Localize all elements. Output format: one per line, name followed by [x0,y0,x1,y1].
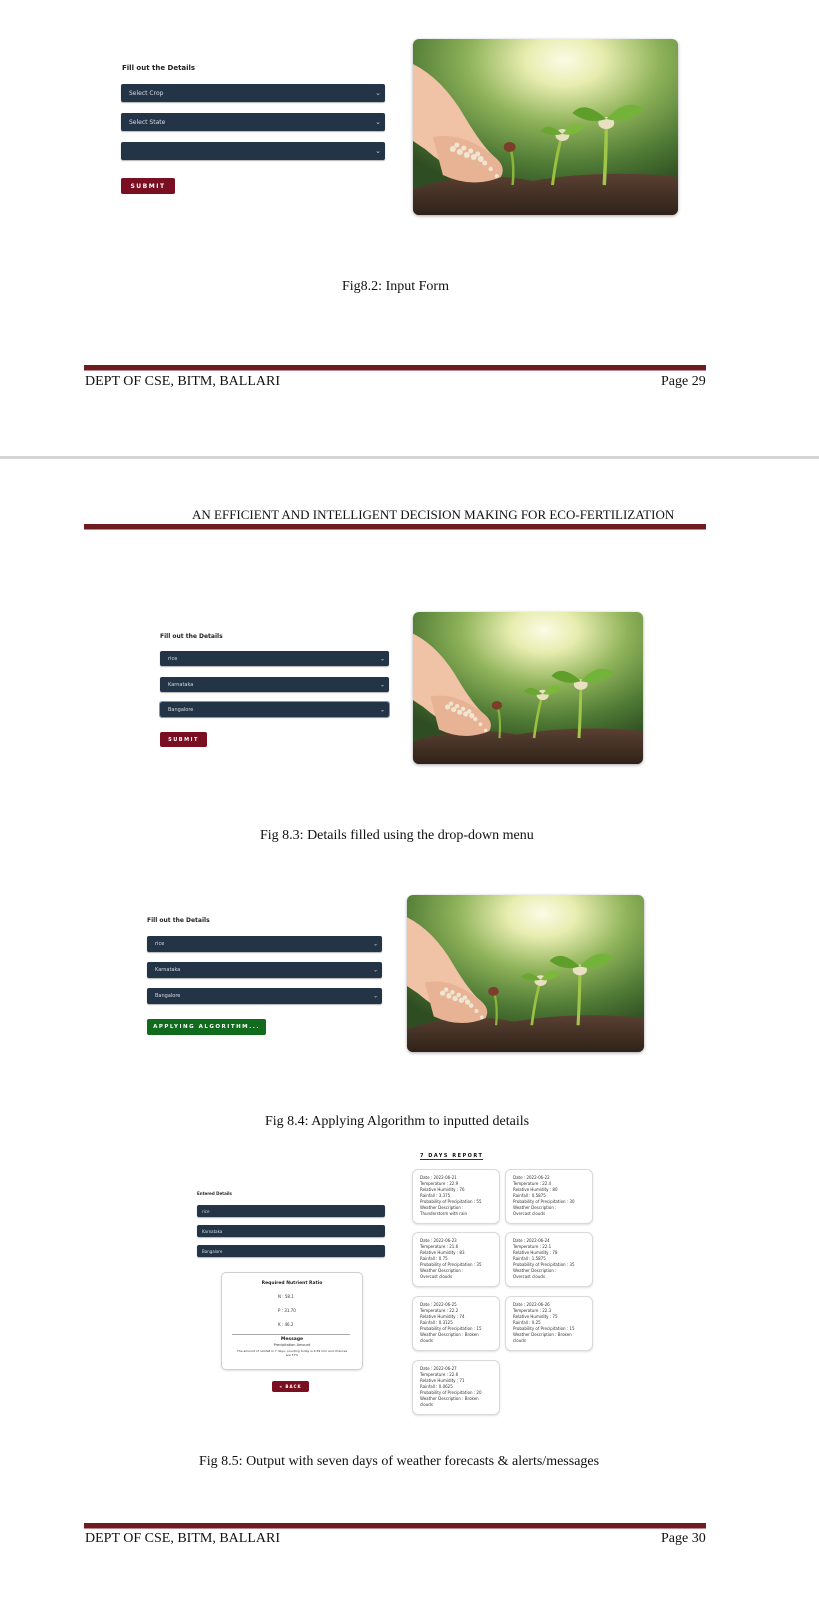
forecast-card-day-6: Date : 2022-06-26 Temperature : 22.3 Rel… [505,1296,593,1351]
forecast-card-day-4: Date : 2022-06-24 Temperature : 22.1 Rel… [505,1232,593,1287]
state-field: Karnataka [197,1225,385,1237]
forecast-description-cont: Overcast clouds [513,1274,546,1279]
district-select[interactable]: Bangalore ⌄ [147,988,382,1004]
submit-button[interactable]: SUBMIT [160,732,207,747]
phosphorus-value: P : 31.70 [278,1308,296,1313]
forecast-description-cont: clouds [420,1402,433,1407]
seedling-photo [413,39,678,215]
select-value: Select Crop [129,89,164,97]
form-title: Fill out the Details [147,917,210,924]
message-subtitle: Precipitation Amount [273,1343,311,1347]
message-title: Message [280,1337,304,1342]
crop-field: rice [197,1205,385,1217]
district-select[interactable]: Bangalore ⌄ [159,701,390,718]
message-text: The amount of rainfall in 7 days, counti… [236,1349,348,1357]
seedling-photo [413,612,643,764]
nutrient-ratio-title: Required Nutrient Ratio [261,1281,323,1286]
back-button[interactable]: « BACK [272,1381,309,1392]
forecast-card-day-7: Date : 2022-06-27 Temperature : 22.6 Rel… [412,1360,500,1415]
figure-caption: Fig 8.3: Details filled using the drop-d… [260,828,534,843]
field-value: Bangalore [202,1248,223,1254]
state-select[interactable]: Karnataka ⌄ [147,962,382,978]
field-value: Karnataka [202,1228,223,1234]
figure-caption: Fig 8.5: Output with seven days of weath… [199,1454,600,1469]
divider [232,1334,350,1335]
page-header: AN EFFICIENT AND INTELLIGENT DECISION MA… [192,507,675,522]
report-title: 7 DAYS REPORT [420,1153,484,1160]
crop-select[interactable]: Select Crop ⌄ [121,84,385,102]
state-select[interactable]: Karnataka ⌄ [160,677,389,692]
nitrogen-value: N : 58.1 [278,1294,294,1299]
figure-caption: Fig8.2: Input Form [342,279,449,294]
entered-details-title: Entered Details [197,1191,232,1196]
forecast-description-cont: Overcast clouds [420,1274,453,1279]
chevron-down-icon: ⌄ [372,940,378,948]
potassium-value: K : 46.2 [278,1322,294,1327]
forecast-card-day-3: Date : 2022-06-23 Temperature : 21.6 Rel… [412,1232,500,1287]
forecast-description-cont: clouds [513,1338,526,1343]
forecast-description-cont: Thunderstorm with rain [420,1211,468,1216]
select-value: Karnataka [155,967,181,973]
figure-caption: Fig 8.4: Applying Algorithm to inputted … [265,1114,530,1129]
chevron-down-icon: ⌄ [379,655,385,662]
district-field: Bangalore [197,1245,385,1257]
footer-rule [84,365,706,371]
forecast-description-cont: clouds [420,1338,433,1343]
footer-left: DEPT OF CSE, BITM, BALLARI [85,374,280,389]
page-separator [0,456,819,459]
form-title: Fill out the Details [122,64,196,72]
crop-select[interactable]: rice ⌄ [147,936,382,952]
chevron-down-icon: ⌄ [372,966,378,974]
forecast-card-day-2: Date : 2022-06-22 Temperature : 22.4 Rel… [505,1169,593,1224]
nutrient-ratio-card: Required Nutrient Ratio N : 58.1 P : 31.… [221,1272,363,1370]
footer-rule [84,1523,706,1529]
chevron-down-icon: ⌄ [379,706,385,713]
state-select[interactable]: Select State ⌄ [121,113,385,131]
seedling-photo [407,895,644,1052]
forecast-description-cont: Overcast clouds [513,1211,546,1216]
district-select[interactable]: ⌄ [121,142,385,160]
form-title: Fill out the Details [160,633,223,640]
select-value: Select State [129,118,166,126]
chevron-down-icon: ⌄ [372,992,378,1000]
chevron-down-icon: ⌄ [375,89,381,97]
forecast-card-day-1: Date : 2022-06-21 Temperature : 22.9 Rel… [412,1169,500,1224]
header-rule [84,524,706,530]
applying-algorithm-button[interactable]: APPLYING ALGORITHM... [147,1019,266,1035]
chevron-down-icon: ⌄ [375,147,381,155]
select-value: Bangalore [155,993,181,999]
select-value: Bangalore [168,706,194,713]
select-value: rice [155,941,165,947]
crop-select[interactable]: rice ⌄ [160,651,389,666]
submit-button[interactable]: SUBMIT [121,178,175,194]
field-value: rice [202,1208,210,1214]
select-value: rice [168,655,178,662]
chevron-down-icon: ⌄ [375,118,381,126]
forecast-card-day-5: Date : 2022-06-25 Temperature : 22.2 Rel… [412,1296,500,1351]
select-value: Karnataka [168,681,194,688]
footer-page-number: Page 30 [661,1531,706,1546]
footer-left: DEPT OF CSE, BITM, BALLARI [85,1531,280,1546]
footer-page-number: Page 29 [661,374,706,389]
chevron-down-icon: ⌄ [379,681,385,688]
